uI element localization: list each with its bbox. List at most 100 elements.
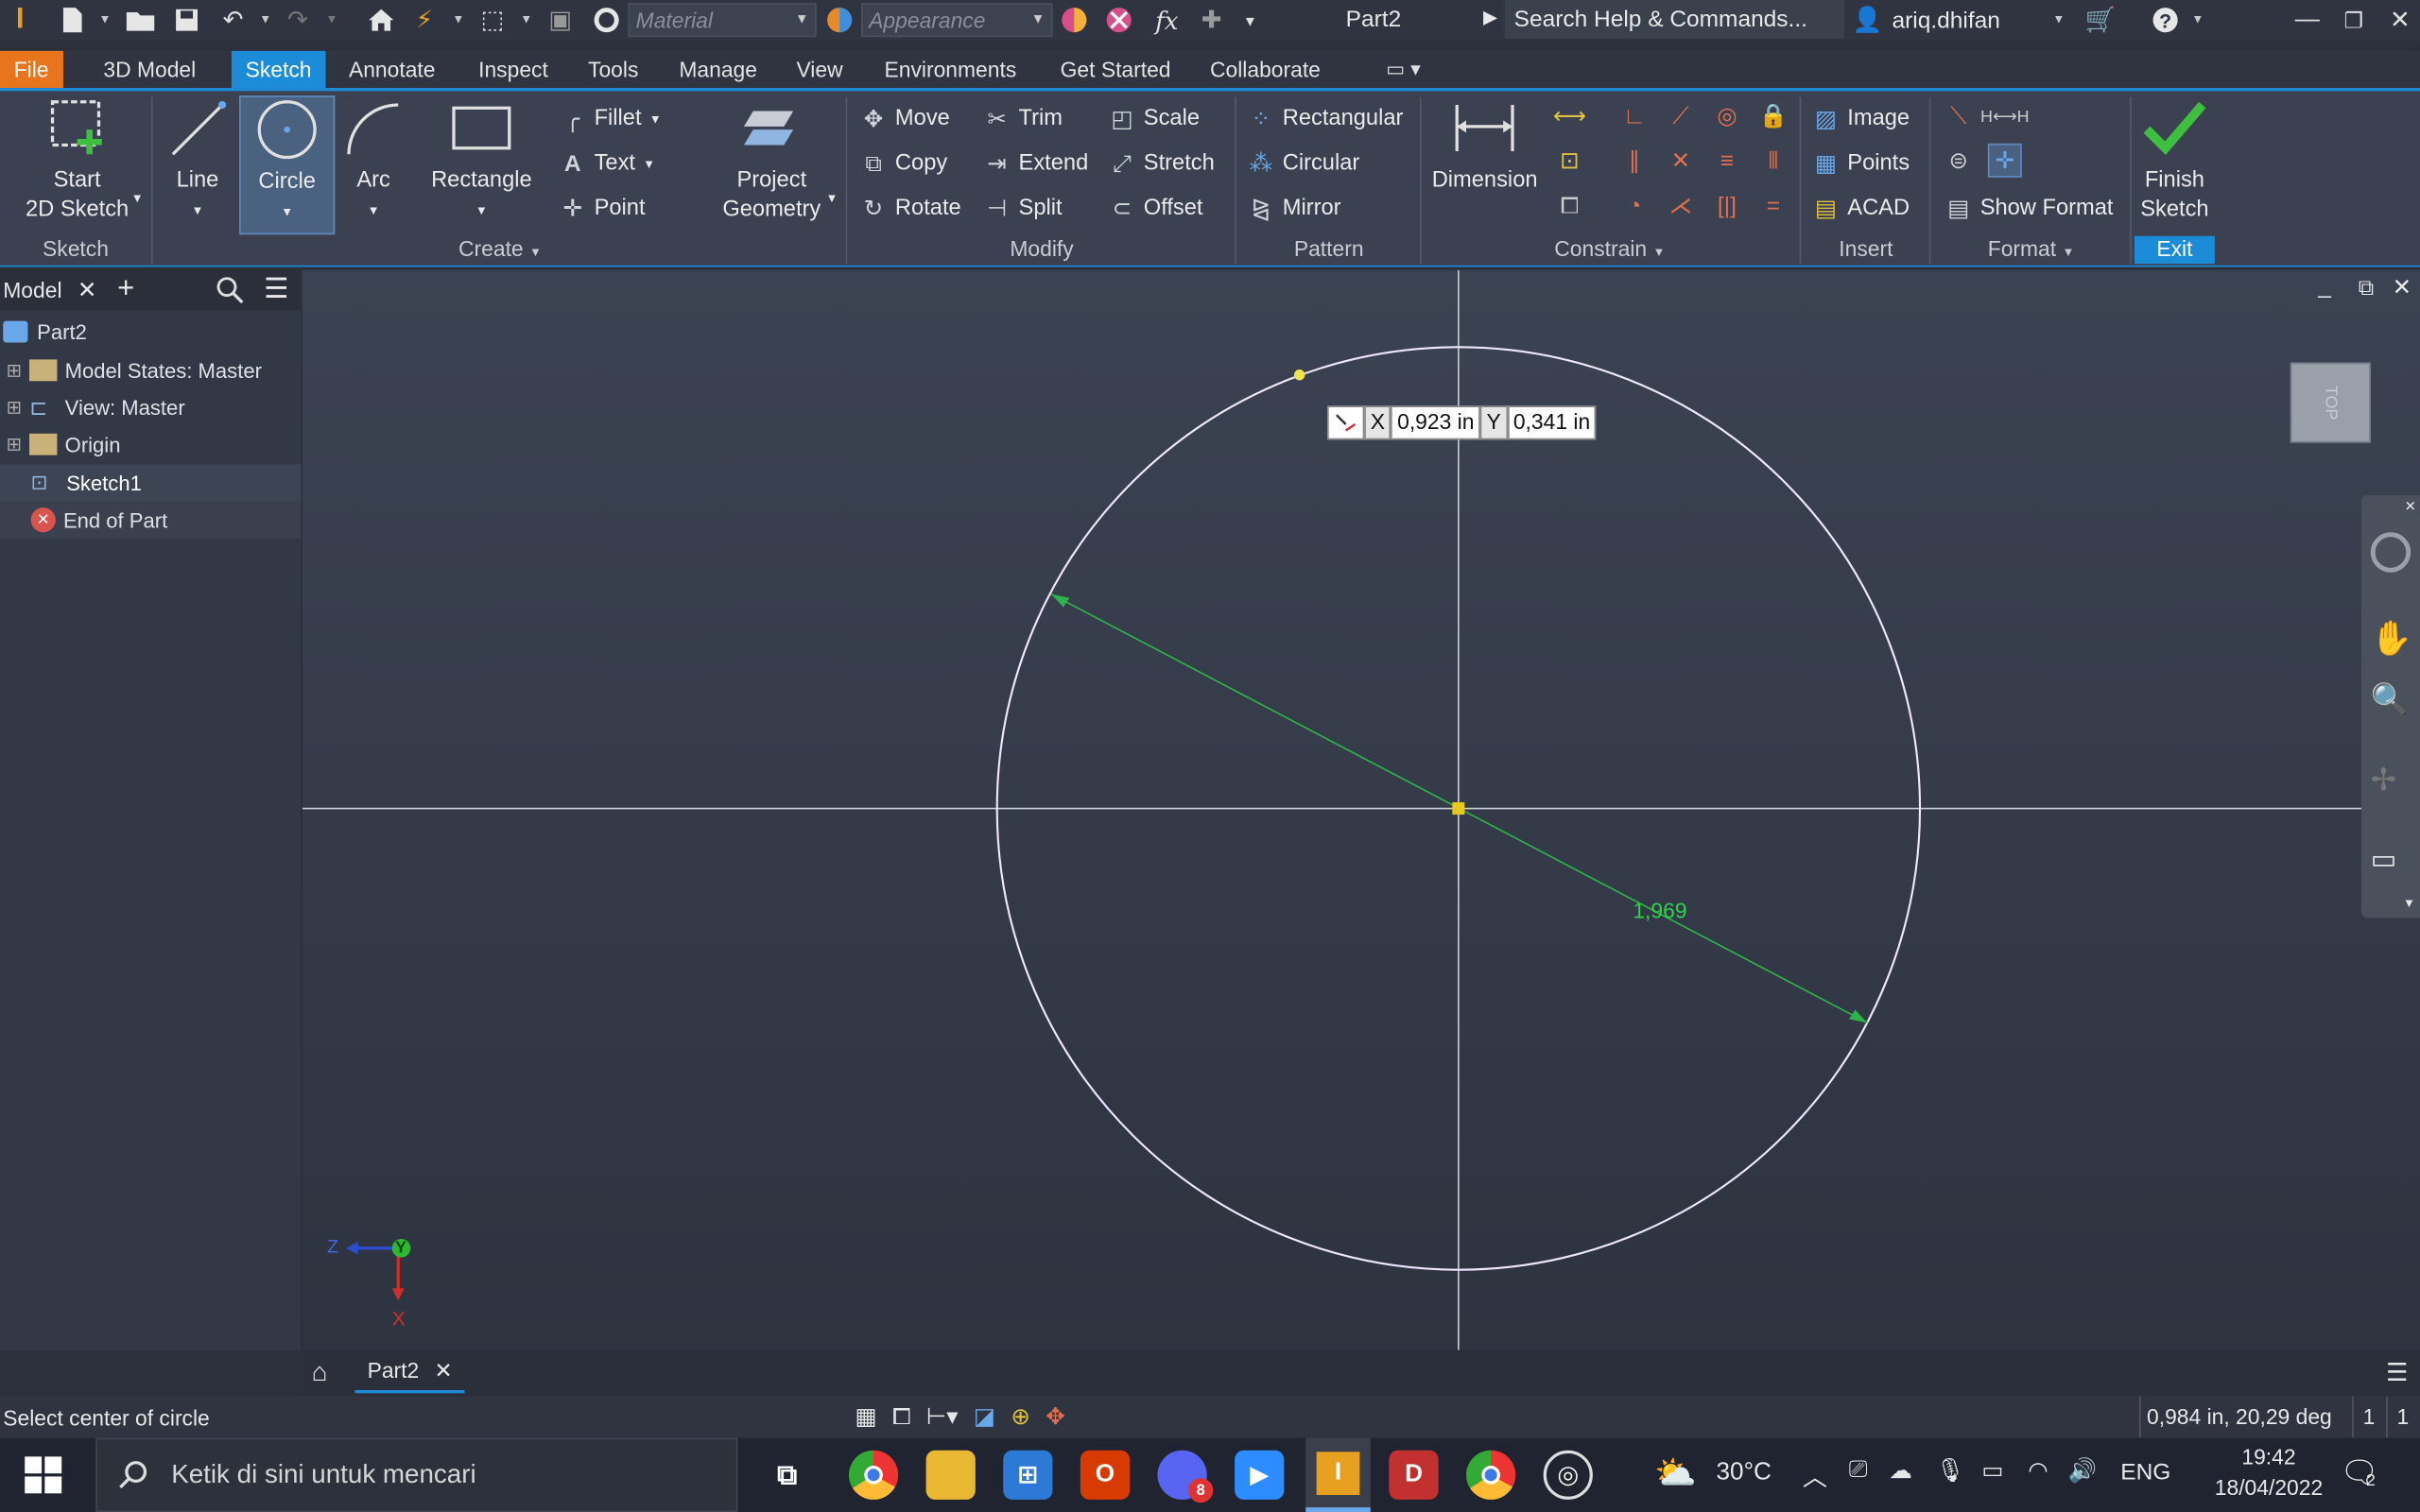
symmetric-icon[interactable]: [|] xyxy=(1710,188,1744,222)
concentric-icon[interactable]: ◎ xyxy=(1710,98,1744,132)
cart-icon[interactable]: 🛒 xyxy=(2083,5,2118,36)
select-icon[interactable]: ⬚ xyxy=(475,5,510,36)
tab-3d-model[interactable]: 3D Model xyxy=(90,51,210,88)
tab-collaborate[interactable]: Collaborate xyxy=(1196,51,1334,88)
help-dropdown-icon[interactable]: ▼ xyxy=(2191,12,2204,26)
start-2d-sketch-button[interactable]: Start 2D Sketch xyxy=(12,95,142,225)
centerline-icon[interactable]: ⊜ xyxy=(1942,144,1976,178)
add-icon[interactable]: ✚ xyxy=(1195,5,1229,36)
relax-mode-icon[interactable]: ⊢▾ xyxy=(926,1402,959,1431)
line-button[interactable]: Line ▼ xyxy=(159,95,236,225)
undo-icon[interactable]: ↶ xyxy=(216,5,251,36)
driven-dimension-icon[interactable]: H⟷H xyxy=(1980,98,2030,132)
sketch-plane-icon[interactable]: ◪ xyxy=(974,1402,995,1431)
redo-icon[interactable]: ↷ xyxy=(281,5,315,36)
tab-inspect[interactable]: Inspect xyxy=(464,51,562,88)
help-icon[interactable]: ? xyxy=(2149,5,2183,36)
snap-icon[interactable]: ✥ xyxy=(1046,1402,1065,1431)
expand-icon[interactable]: ⊞ xyxy=(7,397,22,419)
appearance-select[interactable]: Appearance ▼ xyxy=(861,3,1053,38)
inventor-taskbar-icon[interactable]: I xyxy=(1305,1437,1371,1512)
parameters-fx-icon[interactable]: fx xyxy=(1149,5,1185,36)
ribbon-display-options-icon[interactable]: ▭ ▾ xyxy=(1386,57,1421,81)
task-view-icon[interactable]: ⧉ xyxy=(763,1451,812,1500)
obs-icon[interactable]: ◎ xyxy=(1543,1450,1593,1500)
tab-manage[interactable]: Manage xyxy=(666,51,771,88)
tab-part2[interactable]: Part2 ✕ xyxy=(354,1350,465,1394)
mirror-button[interactable]: ⧎ Mirror xyxy=(1247,191,1341,225)
rotate-button[interactable]: ↻ Rotate xyxy=(859,191,961,225)
orbit-icon[interactable]: ✢ xyxy=(2371,761,2396,799)
tab-sketch[interactable]: Sketch xyxy=(231,50,326,89)
horizontal-icon[interactable]: ≡ xyxy=(1710,144,1744,178)
wifi-icon[interactable]: ◠ xyxy=(2028,1456,2048,1485)
material-select[interactable]: Material ▼ xyxy=(628,3,817,38)
coordinate-input[interactable]: X 0,923 in Y 0,341 in xyxy=(1327,405,1597,440)
onedrive-icon[interactable]: ☁ xyxy=(1889,1456,1911,1485)
x-value-field[interactable]: 0,923 in xyxy=(1391,405,1480,440)
point-button[interactable]: ✛ Point xyxy=(559,191,645,225)
show-format-button[interactable]: ▤ Show Format xyxy=(1945,191,2113,225)
redo-dropdown-icon[interactable]: ▼ xyxy=(325,12,337,26)
scale-button[interactable]: ◰ Scale xyxy=(1108,102,1200,136)
tab-get-started[interactable]: Get Started xyxy=(1046,51,1184,88)
windows-start-icon[interactable] xyxy=(25,1456,62,1501)
expand-icon[interactable]: ⊞ xyxy=(7,359,22,381)
insert-acad-button[interactable]: ▤ ACAD xyxy=(1812,191,1910,225)
restore-window-icon[interactable]: ❐ xyxy=(2337,5,2371,36)
tab-file[interactable]: File xyxy=(0,50,63,89)
constrain-group-label[interactable]: Constrain ▼ xyxy=(1423,236,1796,264)
start-sketch-dropdown-icon[interactable]: ▼ xyxy=(131,191,144,205)
tab-model[interactable]: Model ✕ xyxy=(0,270,96,310)
zoom-app-icon[interactable]: ▶ xyxy=(1235,1450,1285,1500)
volume-icon[interactable]: 🔊 xyxy=(2068,1456,2098,1485)
close-view-icon[interactable]: ✕ xyxy=(2393,273,2412,301)
move-button[interactable]: ✥ Move xyxy=(859,102,950,136)
trim-button[interactable]: ✂ Trim xyxy=(983,102,1063,136)
taskbar-search[interactable]: Ketik di sini untuk mencari xyxy=(95,1437,738,1512)
minimize-view-icon[interactable]: _ xyxy=(2318,273,2331,300)
office-icon[interactable]: O xyxy=(1080,1450,1131,1500)
show-constraints-icon[interactable]: ⧠ xyxy=(1552,188,1586,222)
tab-tools[interactable]: Tools xyxy=(574,51,652,88)
project-geometry-dropdown-icon[interactable]: ▼ xyxy=(825,191,838,205)
pan-hand-icon[interactable]: ✋ xyxy=(2371,619,2413,659)
dwg-app-icon[interactable]: D xyxy=(1389,1450,1439,1500)
split-button[interactable]: ⊣ Split xyxy=(983,191,1063,225)
tree-item-model-states[interactable]: ⊞ Model States: Master xyxy=(0,352,301,388)
navbar-menu-icon[interactable]: ▼ xyxy=(2403,897,2415,911)
smooth-icon[interactable]: ⋌ xyxy=(1664,188,1698,222)
tab-environments[interactable]: Environments xyxy=(871,51,1030,88)
perpendicular-icon[interactable]: ∟ xyxy=(1617,98,1651,132)
appearance-ball-icon[interactable] xyxy=(590,5,624,36)
user-dropdown-icon[interactable]: ▼ xyxy=(2052,12,2065,26)
show-constraints-status-icon[interactable]: ⊕ xyxy=(1011,1402,1030,1431)
center-point-icon[interactable]: ✛ xyxy=(1987,143,2022,178)
select-dropdown-icon[interactable]: ▼ xyxy=(520,12,532,26)
zoom-icon[interactable]: 🔍 xyxy=(2371,680,2410,719)
tree-item-sketch1[interactable]: ⊡ Sketch1 xyxy=(0,464,302,502)
expand-arrow-icon[interactable]: ▶ xyxy=(1483,7,1497,28)
update-dropdown-icon[interactable]: ▼ xyxy=(452,12,464,26)
equal-icon[interactable]: = xyxy=(1756,188,1790,222)
discord-icon[interactable]: 8 xyxy=(1157,1450,1214,1503)
store-icon[interactable]: ⊞ xyxy=(1003,1450,1053,1500)
project-geometry-button[interactable]: Project Geometry xyxy=(710,95,834,225)
battery-icon[interactable]: ▭ xyxy=(1981,1456,2003,1485)
steering-wheel-icon[interactable] xyxy=(2370,532,2411,573)
meet-now-icon[interactable]: ⎚ xyxy=(1849,1456,1868,1483)
coincident-icon[interactable]: ⟋ xyxy=(1664,98,1698,132)
search-icon[interactable] xyxy=(216,276,244,312)
format-group-label[interactable]: Format ▼ xyxy=(1932,236,2130,264)
chrome-profile-icon[interactable] xyxy=(1466,1450,1516,1500)
arc-button[interactable]: Arc ▼ xyxy=(339,95,407,225)
stretch-button[interactable]: ⤢ Stretch xyxy=(1108,146,1215,180)
copy-button[interactable]: ⧉ Copy xyxy=(859,146,947,180)
chrome-icon[interactable] xyxy=(848,1450,899,1500)
fillet-button[interactable]: ╭ Fillet ▼ xyxy=(559,102,661,136)
expand-icon[interactable]: ⊞ xyxy=(7,434,22,455)
restore-view-icon[interactable]: ⧉ xyxy=(2359,275,2374,301)
text-button[interactable]: A Text ▼ xyxy=(559,146,655,180)
circle-button[interactable]: Circle ▼ xyxy=(239,95,336,235)
show-hidden-icons-icon[interactable]: ︿ xyxy=(1803,1456,1827,1493)
